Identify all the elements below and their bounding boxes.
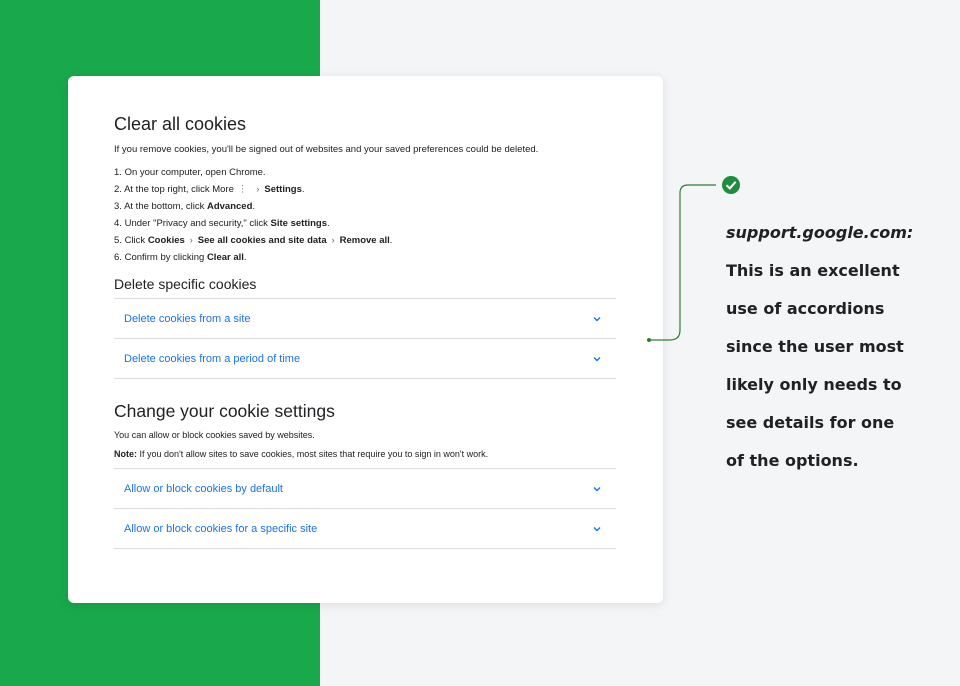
chevron-right-icon: › <box>331 235 335 245</box>
more-vert-icon: ⋮ <box>237 184 248 195</box>
accordion-allow-block-default[interactable]: Allow or block cookies by default <box>114 469 616 509</box>
delete-specific-heading: Delete specific cookies <box>114 276 257 292</box>
accordion-label: Delete cookies from a site <box>124 312 251 325</box>
accordion-label: Allow or block cookies by default <box>124 482 283 495</box>
accordion-delete-period[interactable]: Delete cookies from a period of time <box>114 339 616 379</box>
annotation-line: see details for one <box>726 413 895 432</box>
change-settings-note: Note: If you don't allow sites to save c… <box>114 449 489 459</box>
chevron-right-icon: › <box>189 235 193 245</box>
step-4: 4. Under "Privacy and security," click S… <box>114 218 330 229</box>
chevron-down-icon <box>593 526 601 531</box>
annotation-source: support.google.com: <box>726 223 914 242</box>
annotation-line: since the user most <box>726 337 904 356</box>
chevron-down-icon <box>593 316 601 321</box>
step-5: 5. Click Cookies › See all cookies and sit… <box>114 235 393 246</box>
accordion-label: Allow or block cookies for a specific si… <box>124 522 318 535</box>
step-3: 3. At the bottom, click Advanced. <box>114 201 256 212</box>
annotation-line: This is an excellent <box>726 261 900 280</box>
clear-cookies-steps: 1. On your computer, open Chrome. 2. At … <box>114 164 616 266</box>
step-2: 2. At the top right, click More ⋮ › Setting… <box>114 184 305 195</box>
annotation-line: of the options. <box>726 451 859 470</box>
chevron-down-icon <box>593 486 601 491</box>
annotation-line: likely only needs to <box>726 375 902 394</box>
annotation-line: use of accordions <box>726 299 885 318</box>
help-article-card: Clear all cookies If you remove cookies,… <box>68 76 663 603</box>
annotation-text: support.google.com: This is an excellent… <box>726 214 946 480</box>
change-settings-heading: Change your cookie settings <box>114 401 335 421</box>
step-1: 1. On your computer, open Chrome. <box>114 167 266 178</box>
delete-cookies-accordion: Delete cookies from a site Delete cookie… <box>114 298 616 379</box>
accordion-allow-block-site[interactable]: Allow or block cookies for a specific si… <box>114 509 616 549</box>
chevron-down-icon <box>593 356 601 361</box>
check-circle-icon <box>722 176 740 194</box>
cookie-settings-accordion: Allow or block cookies by default Allow … <box>114 468 616 549</box>
change-settings-desc: You can allow or block cookies saved by … <box>114 430 315 440</box>
chevron-right-icon: › <box>256 184 260 194</box>
step-6: 6. Confirm by clicking Clear all. <box>114 252 247 263</box>
clear-cookies-intro: If you remove cookies, you'll be signed … <box>114 144 539 155</box>
accordion-label: Delete cookies from a period of time <box>124 352 301 365</box>
accordion-delete-from-site[interactable]: Delete cookies from a site <box>114 299 616 339</box>
clear-cookies-heading: Clear all cookies <box>114 114 247 134</box>
